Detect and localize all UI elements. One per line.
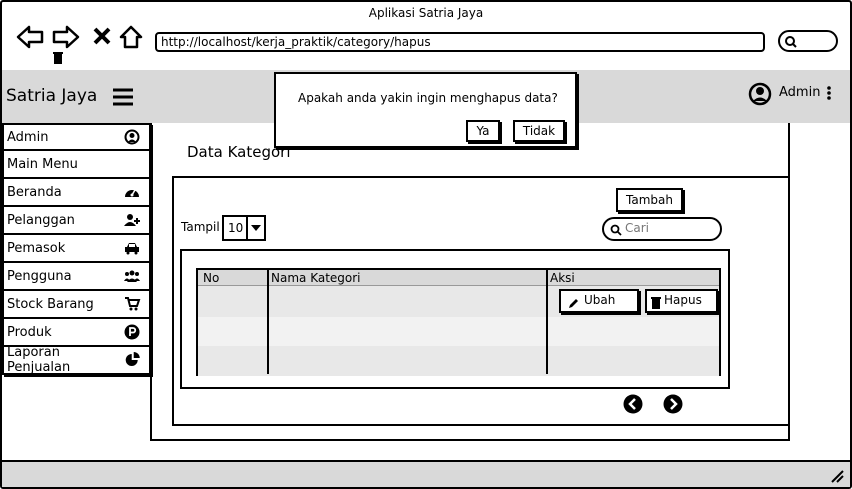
brand-name: Satria Jaya <box>6 86 98 106</box>
pie-chart-icon <box>125 352 140 366</box>
chevron-down-icon <box>251 225 261 231</box>
parking-icon <box>124 324 140 340</box>
table-row <box>198 317 719 347</box>
sidebar-item-label: Main Menu <box>7 156 78 172</box>
users-icon <box>124 270 140 282</box>
browser-search[interactable] <box>778 30 838 52</box>
edit-label: Ubah <box>584 293 616 307</box>
sidebar-item-label: Beranda <box>7 184 62 200</box>
page-size-select[interactable]: 10 <box>222 215 266 241</box>
kebab-menu-icon[interactable] <box>826 85 832 105</box>
sidebar-item-label: Pengguna <box>7 268 72 284</box>
table-row <box>198 286 719 317</box>
url-bar[interactable]: http://localhost/kerja_praktik/category/… <box>155 32 765 52</box>
sidebar: Admin Main Menu Beranda Pelanggan Pemaso… <box>2 123 151 375</box>
category-table: No Nama Kategori Aksi <box>196 268 721 376</box>
sidebar-item-pemasok[interactable]: Pemasok <box>2 235 151 263</box>
edit-button[interactable]: Ubah <box>559 289 639 313</box>
sidebar-item-admin[interactable]: Admin <box>2 123 151 151</box>
col-divider <box>267 270 269 374</box>
add-button[interactable]: Tambah <box>616 188 683 212</box>
th-no: No <box>203 271 220 285</box>
add-user-icon <box>124 214 140 226</box>
trash-icon <box>651 297 661 309</box>
dialog-message: Apakah anda yakin ingin menghapus data? <box>298 91 558 105</box>
search-placeholder: Cari <box>625 221 649 235</box>
sidebar-item-label: Produk <box>7 324 52 340</box>
pencil-icon <box>569 299 578 308</box>
select-divider <box>246 217 248 239</box>
status-bar <box>2 460 850 487</box>
resize-grip-icon[interactable] <box>830 468 844 487</box>
sidebar-item-pengguna[interactable]: Pengguna <box>2 263 151 291</box>
th-aksi: Aksi <box>550 271 575 285</box>
search-icon <box>785 36 797 48</box>
sidebar-item-label: Stock Barang <box>7 296 94 312</box>
user-circle-icon <box>124 129 140 145</box>
close-icon[interactable] <box>92 26 112 50</box>
search-input[interactable]: Cari <box>602 217 722 241</box>
search-icon <box>610 224 622 236</box>
sidebar-item-laporan-penjualan[interactable]: Laporan Penjualan <box>2 345 151 375</box>
sidebar-item-label: Laporan Penjualan <box>7 345 71 375</box>
user-name[interactable]: Admin <box>779 85 820 100</box>
sidebar-item-pelanggan[interactable]: Pelanggan <box>2 207 151 235</box>
next-page-icon[interactable] <box>663 394 683 418</box>
confirm-dialog: Apakah anda yakin ingin menghapus data? … <box>274 72 577 148</box>
sidebar-item-label: Pelanggan <box>7 212 75 228</box>
sidebar-item-label: Admin <box>7 129 49 145</box>
trash-small-icon <box>52 50 64 69</box>
cart-icon <box>125 297 141 311</box>
back-icon[interactable] <box>16 24 44 54</box>
table-row <box>198 346 719 376</box>
sidebar-item-main-menu: Main Menu <box>2 151 151 179</box>
delete-label: Hapus <box>664 293 702 307</box>
th-nama-kategori: Nama Kategori <box>271 271 361 285</box>
confirm-yes-button[interactable]: Ya <box>466 120 500 142</box>
page-size-value: 10 <box>228 221 244 235</box>
car-icon <box>125 243 139 255</box>
home-icon[interactable] <box>118 24 144 54</box>
sidebar-item-beranda[interactable]: Beranda <box>2 179 151 207</box>
confirm-no-button[interactable]: Tidak <box>513 120 565 142</box>
window-title: Aplikasi Satria Jaya <box>368 6 484 20</box>
sidebar-item-stock-barang[interactable]: Stock Barang <box>2 291 151 319</box>
user-avatar-icon[interactable] <box>748 82 772 110</box>
sidebar-item-label: Pemasok <box>7 240 66 256</box>
prev-page-icon[interactable] <box>623 394 643 418</box>
show-label: Tampil <box>181 220 220 234</box>
delete-button[interactable]: Hapus <box>645 289 718 313</box>
dashboard-icon <box>125 189 139 197</box>
sidebar-item-produk[interactable]: Produk <box>2 319 151 347</box>
col-divider <box>546 270 548 374</box>
hamburger-icon[interactable] <box>112 87 134 111</box>
